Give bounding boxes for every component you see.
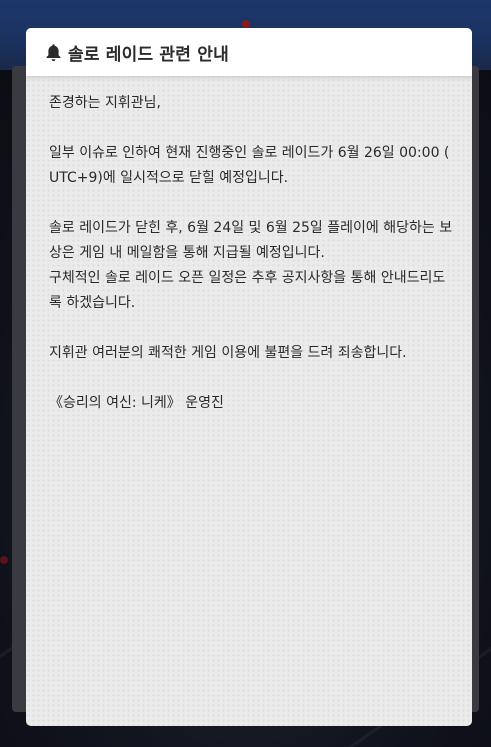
notice-dialog: 솔로 레이드 관련 안내 존경하는 지휘관님, 일부 이슈로 인하여 현재 진행… — [26, 28, 472, 726]
notice-paragraph-2: 솔로 레이드가 닫힌 후, 6월 24일 및 6월 25일 플레이에 해당하는 … — [49, 216, 453, 316]
greeting-text: 존경하는 지휘관님, — [49, 95, 161, 111]
paragraph-line: UTC+9)에 일시적으로 닫힐 예정입니다. — [49, 170, 289, 186]
paragraph-line: 일부 이슈로 인하여 현재 진행중인 솔로 레이드가 6월 26일 00:00 … — [49, 145, 450, 161]
signature-text: 《승리의 여신: 니케》 운영진 — [49, 395, 224, 411]
notice-body: 존경하는 지휘관님, 일부 이슈로 인하여 현재 진행중인 솔로 레이드가 6월… — [49, 91, 453, 441]
dialog-title: 솔로 레이드 관련 안내 — [68, 44, 229, 65]
paragraph-line: 솔로 레이드가 닫힌 후, 6월 24일 및 6월 25일 플레이에 해당하는 … — [49, 220, 453, 236]
notice-paragraph-1: 일부 이슈로 인하여 현재 진행중인 솔로 레이드가 6월 26일 00:00 … — [49, 141, 449, 191]
game-screen: 솔로 레이드 관련 안내 존경하는 지휘관님, 일부 이슈로 인하여 현재 진행… — [0, 0, 491, 747]
paragraph-line: 구체적인 솔로 레이드 오픈 일정은 추후 공지사항을 통해 안내드리도 — [49, 270, 446, 286]
apology-text: 지휘관 여러분의 쾌적한 게임 이용에 불편을 드려 죄송합니다. — [49, 345, 407, 361]
paragraph-line: 록 하겠습니다. — [49, 295, 136, 311]
dialog-header: 솔로 레이드 관련 안내 — [26, 28, 472, 76]
bell-icon — [44, 42, 62, 62]
paragraph-line: 상은 게임 내 메일함을 통해 지급될 예정입니다. — [49, 245, 325, 261]
